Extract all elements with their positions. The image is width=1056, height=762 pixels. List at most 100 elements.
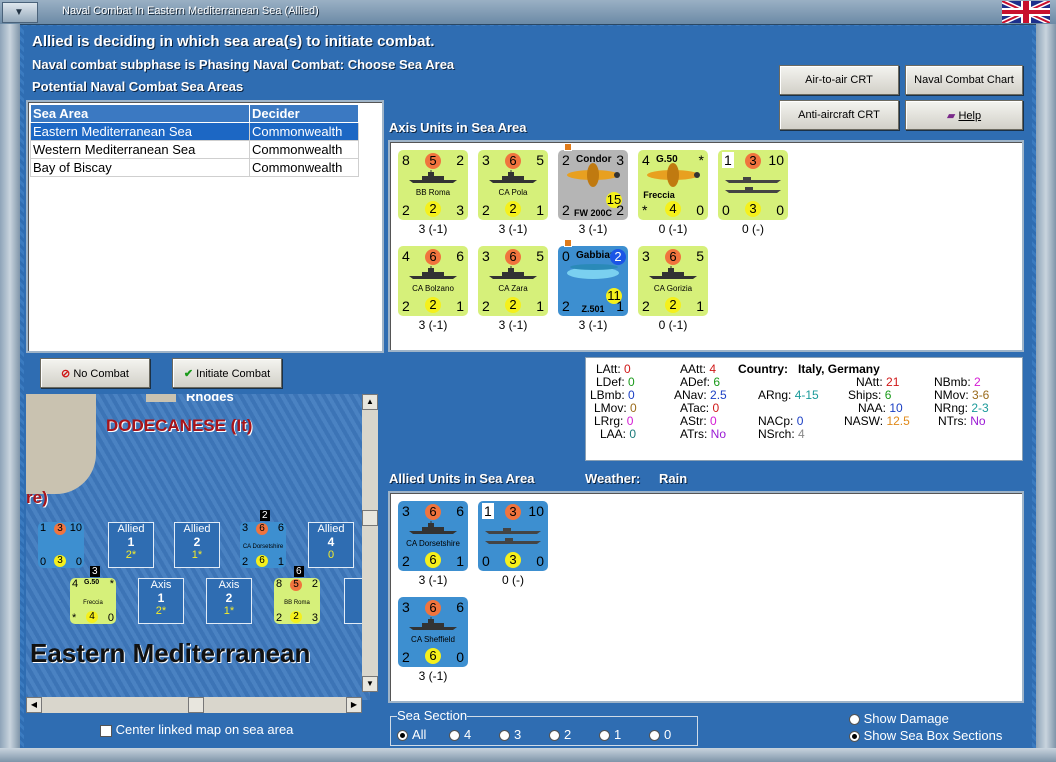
unit-bottom-left-value: 2 [482, 202, 490, 218]
warship-icon [408, 266, 458, 280]
sea-box[interactable]: Allied 2 1* [174, 522, 220, 568]
sea-box-value: 1* [191, 549, 203, 561]
unit-top-center-value: 3 [54, 523, 66, 535]
sea-box[interactable]: Allied 4 0 [308, 522, 354, 568]
vertical-scroll-thumb[interactable] [362, 510, 378, 526]
unit-bottom-right-value: 1 [456, 298, 464, 314]
center-map-checkbox[interactable] [100, 724, 112, 737]
sea-box-value: 2* [125, 549, 137, 561]
axis-unit-counter[interactable]: 0 Gabbiano 2 11 Z.501 2 1 [558, 246, 628, 316]
table-row[interactable]: Eastern Mediterranean Sea Commonwealth [30, 122, 359, 141]
sea-section-option[interactable]: 4 [449, 727, 471, 742]
show-damage-radio[interactable] [849, 714, 860, 726]
axis-unit-counter[interactable]: 3 6 5 CA Gorizia 2 2 1 [638, 246, 708, 316]
unit-bottom-left-value: 2 [642, 298, 650, 314]
sea-box[interactable]: Allied 1 2* [108, 522, 154, 568]
stat-item: LAtt: 0 [596, 362, 631, 376]
column-header-decider[interactable]: Decider [249, 104, 359, 123]
stat-value: 0 [624, 362, 631, 376]
initiate-combat-button[interactable]: ✔ Initiate Combat [172, 358, 282, 388]
naval-combat-chart-button[interactable]: Naval Combat Chart [905, 65, 1023, 95]
axis-unit-counter[interactable]: 8 5 2 BB Roma 2 2 3 [398, 150, 468, 220]
show-sections-radio[interactable] [849, 731, 860, 743]
sea-section-radio[interactable] [449, 730, 460, 742]
help-button[interactable]: ▰ Help [905, 100, 1023, 130]
axis-unit-counter[interactable]: 2 Condor 3 15 FW 200C 2 2 [558, 150, 628, 220]
sea-box[interactable]: Axis 1 2* [138, 578, 184, 624]
unit-bottom-center-value: 2 [290, 611, 302, 623]
warship-icon [648, 266, 698, 280]
sea-section-option-label: 3 [514, 727, 522, 742]
table-row[interactable]: Bay of Biscay Commonwealth [30, 158, 359, 177]
map-horizontal-scrollbar[interactable]: ◀ ▶ [26, 697, 362, 713]
sea-box-side: Allied [317, 523, 345, 535]
axis-unit-counter[interactable]: 1 3 10 0 3 0 [718, 150, 788, 220]
map-unit-counter[interactable]: 4 G.50 * Freccia * 4 0 [70, 578, 116, 624]
unit-bottom-left-value: * [72, 612, 77, 624]
unit-name: Freccia [643, 190, 675, 200]
map-unit-counter[interactable]: 1 3 10 0 3 0 [38, 522, 84, 568]
show-damage-option[interactable]: Show Damage [849, 711, 949, 726]
unit-bottom-right-value: 1 [616, 298, 624, 314]
system-menu-button[interactable]: ▼ [2, 2, 38, 23]
axis-unit-status: 3 (-1) [578, 318, 608, 332]
warship-icon [408, 170, 458, 184]
sea-section-radio[interactable] [649, 730, 660, 742]
scroll-down-button[interactable]: ▼ [362, 676, 378, 692]
aircraft-carrier-icon [723, 170, 783, 194]
stack-count-badge: 3 [90, 566, 100, 577]
unit-bottom-center-value: 2 [505, 201, 521, 217]
air-to-air-crt-button[interactable]: Air-to-air CRT [779, 65, 899, 95]
sea-box[interactable]: Axis 2 1* [206, 578, 252, 624]
sea-box-value: 2* [155, 605, 167, 617]
center-map-checkbox-row[interactable]: Center linked map on sea area [100, 722, 293, 737]
sea-section-radio[interactable] [499, 730, 510, 742]
allied-unit-counter[interactable]: 3 6 6 CA Dorsetshire 2 6 1 [398, 501, 468, 571]
stat-key: NSrch: [758, 427, 799, 441]
sea-section-radio[interactable] [549, 730, 560, 742]
horizontal-scroll-thumb[interactable] [188, 697, 204, 713]
unit-top-left-value: 8 [276, 578, 283, 590]
axis-unit-counter[interactable]: 3 6 5 CA Zara 2 2 1 [478, 246, 548, 316]
allied-unit-counter[interactable]: 1 3 10 0 3 0 [478, 501, 548, 571]
sea-section-option[interactable]: 0 [649, 727, 671, 742]
sea-area-cell: Eastern Mediterranean Sea [30, 122, 250, 141]
map-unit-counter[interactable]: 3 6 6 CA Dorsetshire 2 6 1 [240, 522, 286, 568]
show-sections-option[interactable]: Show Sea Box Sections [849, 728, 1002, 743]
sea-section-option[interactable]: All [397, 727, 426, 742]
warship-icon [488, 266, 538, 280]
map-unit-counter[interactable]: 8 5 2 BB Roma 2 2 3 [274, 578, 320, 624]
center-map-label: Center linked map on sea area [115, 722, 294, 737]
unit-stats-panel: Country: Italy, Germany LAtt: 0 LDef: 0 LB… [585, 357, 1023, 461]
left-frame [0, 24, 20, 748]
column-header-sea-area[interactable]: Sea Area [30, 104, 250, 123]
warship-icon [408, 521, 458, 535]
scroll-right-button[interactable]: ▶ [346, 697, 362, 713]
linked-map[interactable]: Rhodes DODECANESE (It) re) Allied 1 2* Alli… [26, 394, 370, 700]
sea-section-radio[interactable] [397, 730, 408, 742]
unit-top-center-value: 3 [505, 504, 521, 520]
stat-key: NMov: [934, 388, 973, 402]
scroll-left-button[interactable]: ◀ [26, 697, 42, 713]
axis-unit-counter[interactable]: 4 G.50 * Freccia * 4 0 [638, 150, 708, 220]
map-landmass [26, 394, 96, 494]
table-row[interactable]: Western Mediterranean Sea Commonwealth [30, 140, 359, 159]
stat-item: NAtt: 21 [856, 375, 899, 389]
scroll-up-button[interactable]: ▲ [362, 394, 378, 410]
stat-item: NSrch: 4 [758, 427, 805, 441]
sea-section-option[interactable]: 2 [549, 727, 571, 742]
sea-section-option[interactable]: 3 [499, 727, 521, 742]
allied-unit-counter[interactable]: 3 6 6 CA Sheffield 2 6 0 [398, 597, 468, 667]
stat-value: 0 [628, 388, 635, 402]
axis-unit-counter[interactable]: 4 6 6 CA Bolzano 2 2 1 [398, 246, 468, 316]
sea-section-option[interactable]: 1 [599, 727, 621, 742]
axis-unit-counter[interactable]: 3 6 5 CA Pola 2 2 1 [478, 150, 548, 220]
anti-aircraft-crt-button[interactable]: Anti-aircraft CRT [779, 100, 899, 130]
no-combat-button[interactable]: ⊘ No Combat [40, 358, 150, 388]
stat-key: LAA: [600, 427, 630, 441]
sea-section-title: Sea Section [397, 708, 468, 723]
stat-value: 12.5 [886, 414, 910, 428]
map-vertical-scrollbar[interactable]: ▲ ▼ [362, 394, 378, 692]
sea-section-option-label: 0 [664, 727, 672, 742]
sea-section-radio[interactable] [599, 730, 610, 742]
